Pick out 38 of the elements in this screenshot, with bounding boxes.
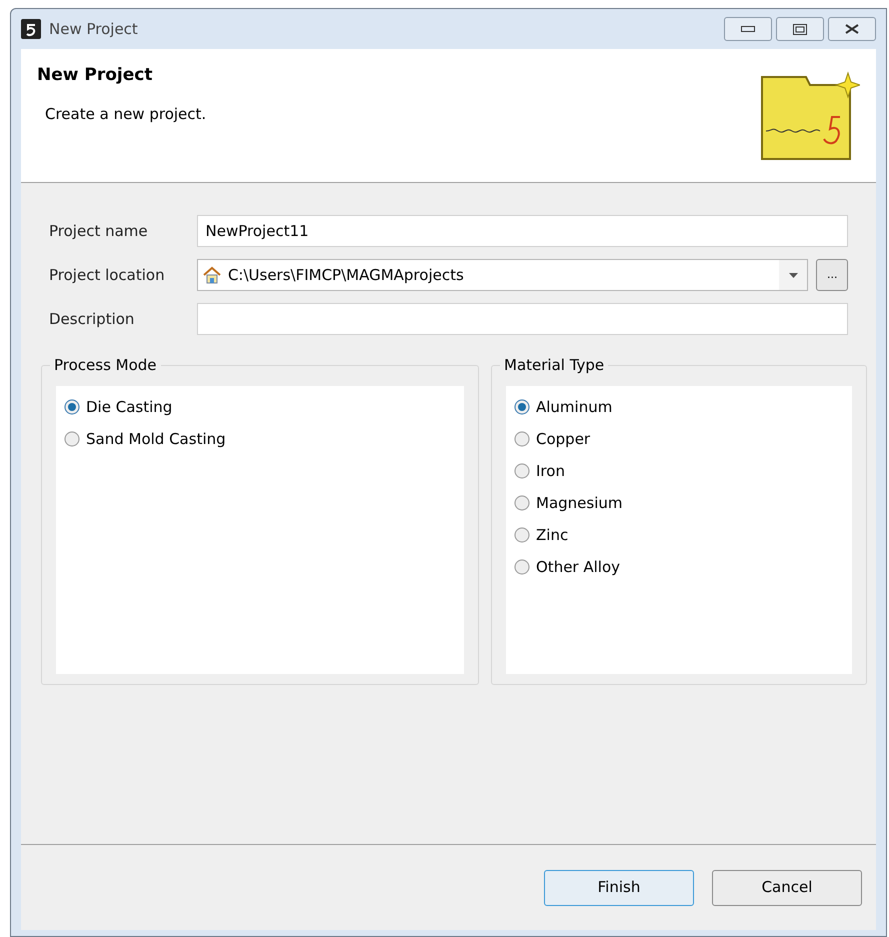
close-button[interactable] — [828, 17, 876, 41]
maximize-button[interactable] — [776, 17, 824, 41]
browse-button[interactable]: ... — [816, 259, 848, 291]
app-logo-icon — [21, 19, 41, 39]
option-label[interactable]: Aluminum — [536, 396, 612, 418]
radio-button[interactable] — [514, 431, 530, 447]
minimize-icon — [741, 26, 755, 32]
option-label[interactable]: Other Alloy — [536, 556, 620, 578]
header-title: New Project — [37, 64, 154, 87]
dropdown-arrow-icon — [788, 272, 798, 278]
field-label: Project name — [49, 220, 149, 242]
text-field[interactable] — [196, 303, 848, 335]
option-label[interactable]: Sand Mold Casting — [86, 428, 226, 450]
radio-button[interactable] — [64, 431, 80, 447]
radio-button[interactable] — [514, 527, 530, 543]
option-label[interactable]: Copper — [536, 428, 590, 450]
field-label: Description — [49, 308, 136, 330]
location-combo[interactable]: C:\Users\FIMCP\MAGMAprojects — [196, 259, 808, 291]
close-icon — [845, 24, 859, 34]
option-label[interactable]: Magnesium — [536, 492, 622, 514]
radio-button[interactable] — [514, 495, 530, 511]
minimize-button[interactable] — [724, 17, 772, 41]
option-label[interactable]: Die Casting — [86, 396, 172, 418]
radio-button[interactable] — [514, 559, 530, 575]
dialog-button[interactable]: Cancel — [712, 870, 862, 906]
text-field[interactable]: NewProject11 — [196, 215, 848, 247]
window-title: New Project — [49, 18, 138, 40]
option-label[interactable]: Zinc — [536, 524, 568, 546]
radio-button[interactable] — [64, 399, 80, 415]
folder-icon — [760, 71, 860, 163]
maximize-icon — [793, 24, 807, 34]
dialog-button[interactable]: Finish — [544, 870, 694, 906]
header-description: Create a new project. — [45, 104, 206, 124]
radio-button[interactable] — [514, 463, 530, 479]
home-icon — [202, 265, 222, 285]
radio-button[interactable] — [514, 399, 530, 415]
option-label[interactable]: Iron — [536, 460, 565, 482]
field-label: Project location — [49, 264, 166, 286]
